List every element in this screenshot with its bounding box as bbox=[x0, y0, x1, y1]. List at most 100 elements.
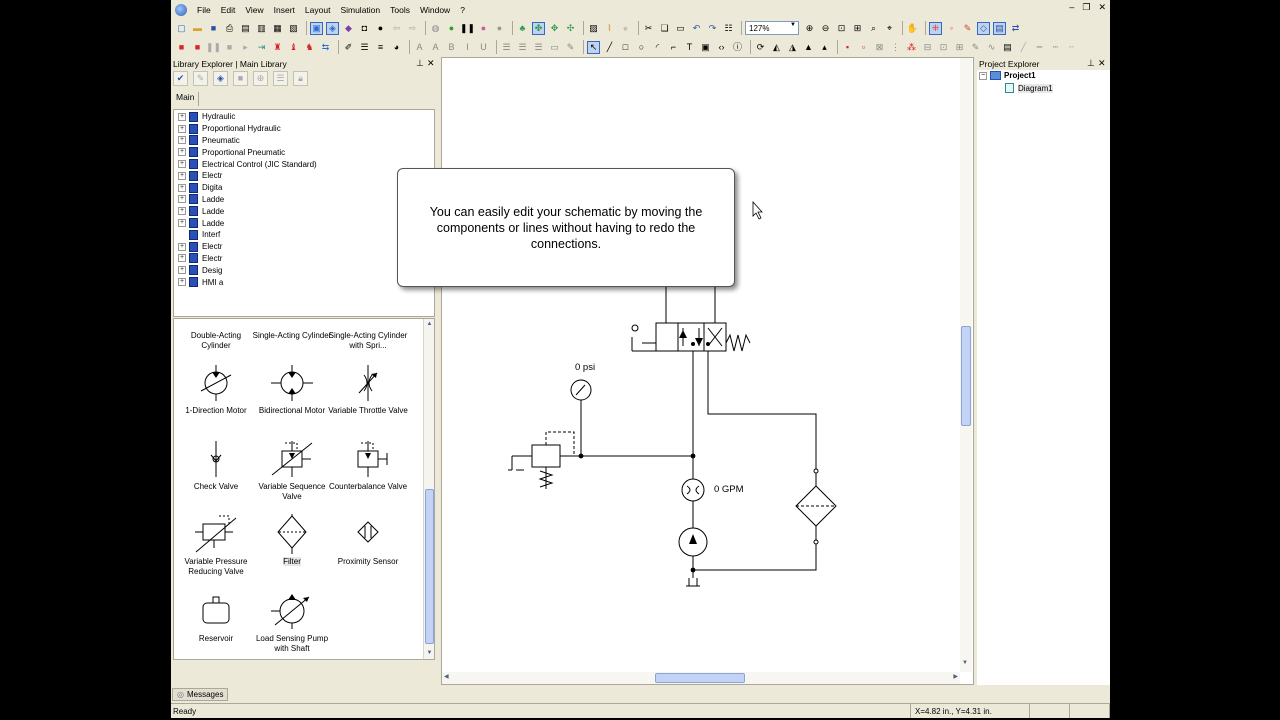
project-pin-icon[interactable]: ⊥ bbox=[1087, 58, 1095, 69]
component-one-direction-motor[interactable]: 1-Direction Motor bbox=[176, 363, 256, 416]
tree-item-interface[interactable]: +Interf bbox=[174, 229, 434, 241]
italic-icon[interactable]: I bbox=[461, 41, 474, 54]
properties-icon[interactable]: ☷ bbox=[722, 22, 735, 35]
component-variable-pressure-reducing-valve[interactable]: Variable Pressure Reducing Valve bbox=[176, 514, 256, 576]
expand-icon[interactable]: + bbox=[178, 278, 186, 287]
expand-icon[interactable]: + bbox=[178, 183, 186, 192]
scroll-down-icon[interactable]: ▼ bbox=[962, 660, 968, 666]
tree-item-project1[interactable]: − Project1 bbox=[979, 71, 1036, 80]
ungroup-icon[interactable]: ▫ bbox=[857, 41, 870, 54]
network-icon[interactable]: ✥ bbox=[548, 22, 561, 35]
tree-item-proportional-hydraulic[interactable]: + Proportional Hydraulic bbox=[174, 123, 434, 135]
mirror-icon[interactable]: ▲ bbox=[802, 41, 815, 54]
close-icon[interactable]: ✕ bbox=[1098, 2, 1106, 13]
menu-help[interactable]: ? bbox=[455, 5, 470, 15]
tree-item-pneumatic[interactable]: + Pneumatic bbox=[174, 135, 434, 147]
menu-simulation[interactable]: Simulation bbox=[335, 5, 385, 15]
info-icon[interactable]: ⓘ bbox=[731, 41, 744, 54]
menu-edit[interactable]: Edit bbox=[216, 5, 241, 15]
palette-scroll-thumb[interactable] bbox=[425, 489, 434, 644]
report-icon[interactable]: ▦ bbox=[271, 22, 284, 35]
component-load-sensing-pump[interactable]: Load Sensing Pump with Shaft bbox=[252, 591, 332, 653]
text-color-icon[interactable]: ✎ bbox=[564, 41, 577, 54]
library-edit-icon[interactable]: ✎ bbox=[193, 71, 208, 86]
wire-icon[interactable]: ╱ bbox=[1017, 41, 1030, 54]
font-size-down-icon[interactable]: A bbox=[429, 41, 442, 54]
pen-icon[interactable]: ✐ bbox=[342, 41, 355, 54]
expand-icon[interactable]: + bbox=[178, 148, 186, 157]
minimize-icon[interactable]: ‒ bbox=[1069, 2, 1074, 13]
library-add-icon[interactable]: ⊕ bbox=[253, 71, 268, 86]
tree-item-proportional-pneumatic[interactable]: + Proportional Pneumatic bbox=[174, 146, 434, 158]
tree-icon[interactable]: ✣ bbox=[564, 22, 577, 35]
polyline-icon[interactable]: ⌐ bbox=[667, 41, 680, 54]
line-style-icon[interactable]: ☰ bbox=[358, 41, 371, 54]
line-width-icon[interactable]: ≡ bbox=[374, 41, 387, 54]
component-double-acting-cylinder[interactable]: Double-Acting Cylinder bbox=[176, 331, 256, 350]
tree-item-diagram1[interactable]: Diagram1 bbox=[1005, 83, 1053, 93]
library-close-icon[interactable]: ✕ bbox=[427, 58, 435, 69]
connector-icon[interactable]: ‹› bbox=[715, 41, 728, 54]
canvas-hscroll-thumb[interactable] bbox=[655, 673, 745, 683]
component-check-valve[interactable]: Check Valve bbox=[176, 439, 256, 492]
text-icon[interactable]: T bbox=[683, 41, 696, 54]
rectangle-icon[interactable]: □ bbox=[619, 41, 632, 54]
green-light-icon[interactable]: ● bbox=[445, 22, 458, 35]
notes-icon[interactable]: ▤ bbox=[1001, 41, 1014, 54]
redo-icon[interactable]: ↷ bbox=[706, 22, 719, 35]
hide-icon[interactable]: ⊡ bbox=[937, 41, 950, 54]
project-close-icon[interactable]: ✕ bbox=[1098, 58, 1106, 69]
expand-icon[interactable]: + bbox=[178, 160, 186, 169]
tree-item-design[interactable]: + Desig bbox=[174, 264, 434, 276]
meter-icon[interactable]: ♜ bbox=[271, 41, 284, 54]
import-icon[interactable]: ▤ bbox=[239, 22, 252, 35]
chart-icon[interactable]: ⌇ bbox=[603, 22, 616, 35]
expand-icon[interactable]: + bbox=[178, 242, 186, 251]
component-proximity-sensor[interactable]: Proximity Sensor bbox=[328, 514, 408, 567]
zoom-select[interactable]: 127% ▼ bbox=[745, 21, 799, 35]
check-icon[interactable]: ◍ bbox=[429, 22, 442, 35]
scroll-right-icon[interactable]: ▶ bbox=[953, 673, 958, 680]
forward-icon[interactable]: ⇨ bbox=[406, 22, 419, 35]
tree-item-digital[interactable]: + Digita bbox=[174, 182, 434, 194]
canvas-vscroll-thumb[interactable] bbox=[961, 326, 971, 426]
align-objects-icon[interactable]: ⊠ bbox=[873, 41, 886, 54]
red-record-icon[interactable]: ■ bbox=[175, 41, 188, 54]
trace-icon[interactable]: ⇆ bbox=[319, 41, 332, 54]
bold-icon[interactable]: B bbox=[445, 41, 458, 54]
text-box-icon[interactable]: ▭ bbox=[548, 41, 561, 54]
attribute-icon[interactable]: ▤ bbox=[993, 21, 1006, 35]
expand-icon[interactable]: + bbox=[178, 266, 186, 275]
scroll-up-icon[interactable]: ▲ bbox=[425, 320, 434, 329]
tree-item-electrical-3[interactable]: + Electr bbox=[174, 253, 434, 265]
tree-item-electrical-control[interactable]: + Electrical Control (JIC Standard) bbox=[174, 158, 434, 170]
zoom-window-icon[interactable]: ⊡ bbox=[835, 22, 848, 35]
menu-insert[interactable]: Insert bbox=[269, 5, 300, 15]
rotate-icon[interactable]: ⟳ bbox=[754, 41, 767, 54]
cut-icon[interactable]: ✂ bbox=[642, 22, 655, 35]
select-shape-icon[interactable]: ◇ bbox=[977, 21, 990, 35]
dash-icon[interactable]: ━ bbox=[1033, 41, 1046, 54]
library-save-icon[interactable]: ■ bbox=[233, 71, 248, 86]
alarm-icon[interactable]: ♝ bbox=[287, 41, 300, 54]
line-icon[interactable]: ╱ bbox=[603, 41, 616, 54]
zoom-all-icon[interactable]: ⌖ bbox=[883, 22, 896, 35]
restore-icon[interactable]: ❐ bbox=[1082, 2, 1090, 13]
expand-icon[interactable]: + bbox=[178, 112, 186, 121]
record-icon[interactable]: ● bbox=[374, 22, 387, 35]
library-books-icon[interactable]: ◈ bbox=[213, 71, 228, 86]
flip-horizontal-icon[interactable]: ◭ bbox=[770, 41, 783, 54]
align-center-icon[interactable]: ☰ bbox=[516, 41, 529, 54]
scroll-left-icon[interactable]: ◀ bbox=[444, 673, 449, 680]
diagram-canvas[interactable]: 0 psi 0 GPM bbox=[441, 57, 974, 685]
front-icon[interactable]: ▴ bbox=[818, 41, 831, 54]
component-single-acting-cylinder[interactable]: Single-Acting Cylinder bbox=[252, 331, 332, 341]
grey-stop-icon[interactable]: ■ bbox=[223, 41, 236, 54]
menu-layout[interactable]: Layout bbox=[300, 5, 336, 15]
underline-icon[interactable]: U bbox=[477, 41, 490, 54]
tab-main[interactable]: Main bbox=[173, 92, 199, 106]
link-icon[interactable]: ✤ bbox=[532, 21, 545, 35]
crossref-icon[interactable]: ⚹ bbox=[619, 22, 632, 35]
align-left-icon[interactable]: ☰ bbox=[500, 41, 513, 54]
component-reservoir[interactable]: Reservoir bbox=[176, 591, 256, 644]
